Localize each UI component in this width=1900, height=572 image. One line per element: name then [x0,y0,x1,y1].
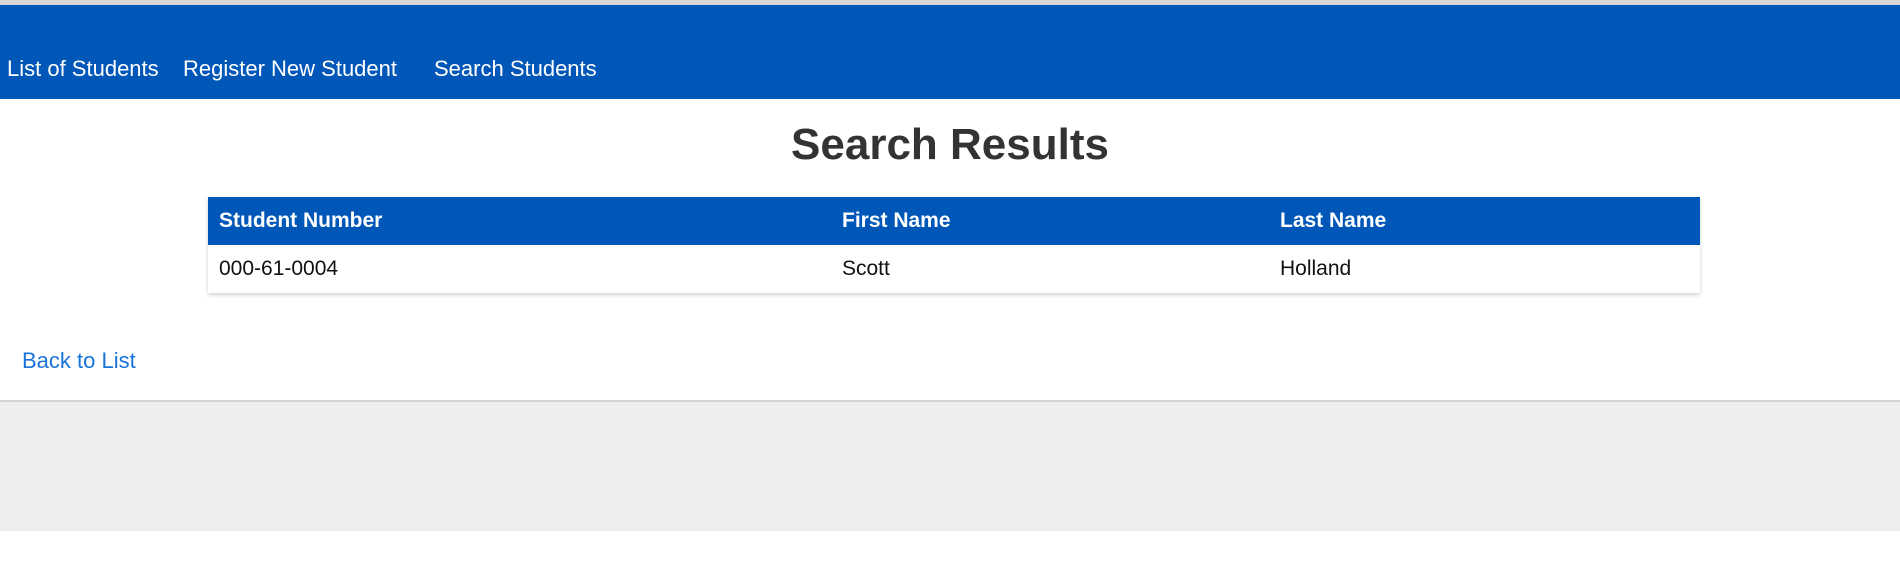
nav-link-search-students[interactable]: Search Students [434,56,597,82]
page-footer [0,400,1900,531]
first-name-cell: Scott [842,257,890,280]
nav-link-list-of-students[interactable]: List of Students [7,56,159,82]
page-title: Search Results [791,120,1109,169]
search-results-table: Student Number First Name Last Name 000-… [208,197,1700,293]
nav-link-register-new-student[interactable]: Register New Student [183,56,397,82]
table-header: Student Number First Name Last Name [208,197,1700,245]
back-to-list-link[interactable]: Back to List [22,348,136,374]
table-row: 000-61-0004 Scott Holland [208,245,1700,293]
top-navbar: List of Students Register New Student Se… [0,5,1900,99]
column-header-last-name: Last Name [1269,197,1700,245]
column-header-student-number: Student Number [208,197,831,245]
student-number-cell: 000-61-0004 [219,257,339,280]
table-body: 000-61-0004 Scott Holland [208,245,1700,293]
column-header-first-name: First Name [831,197,1269,245]
last-name-cell: Holland [1280,257,1352,280]
table-header-row: Student Number First Name Last Name [208,197,1700,245]
